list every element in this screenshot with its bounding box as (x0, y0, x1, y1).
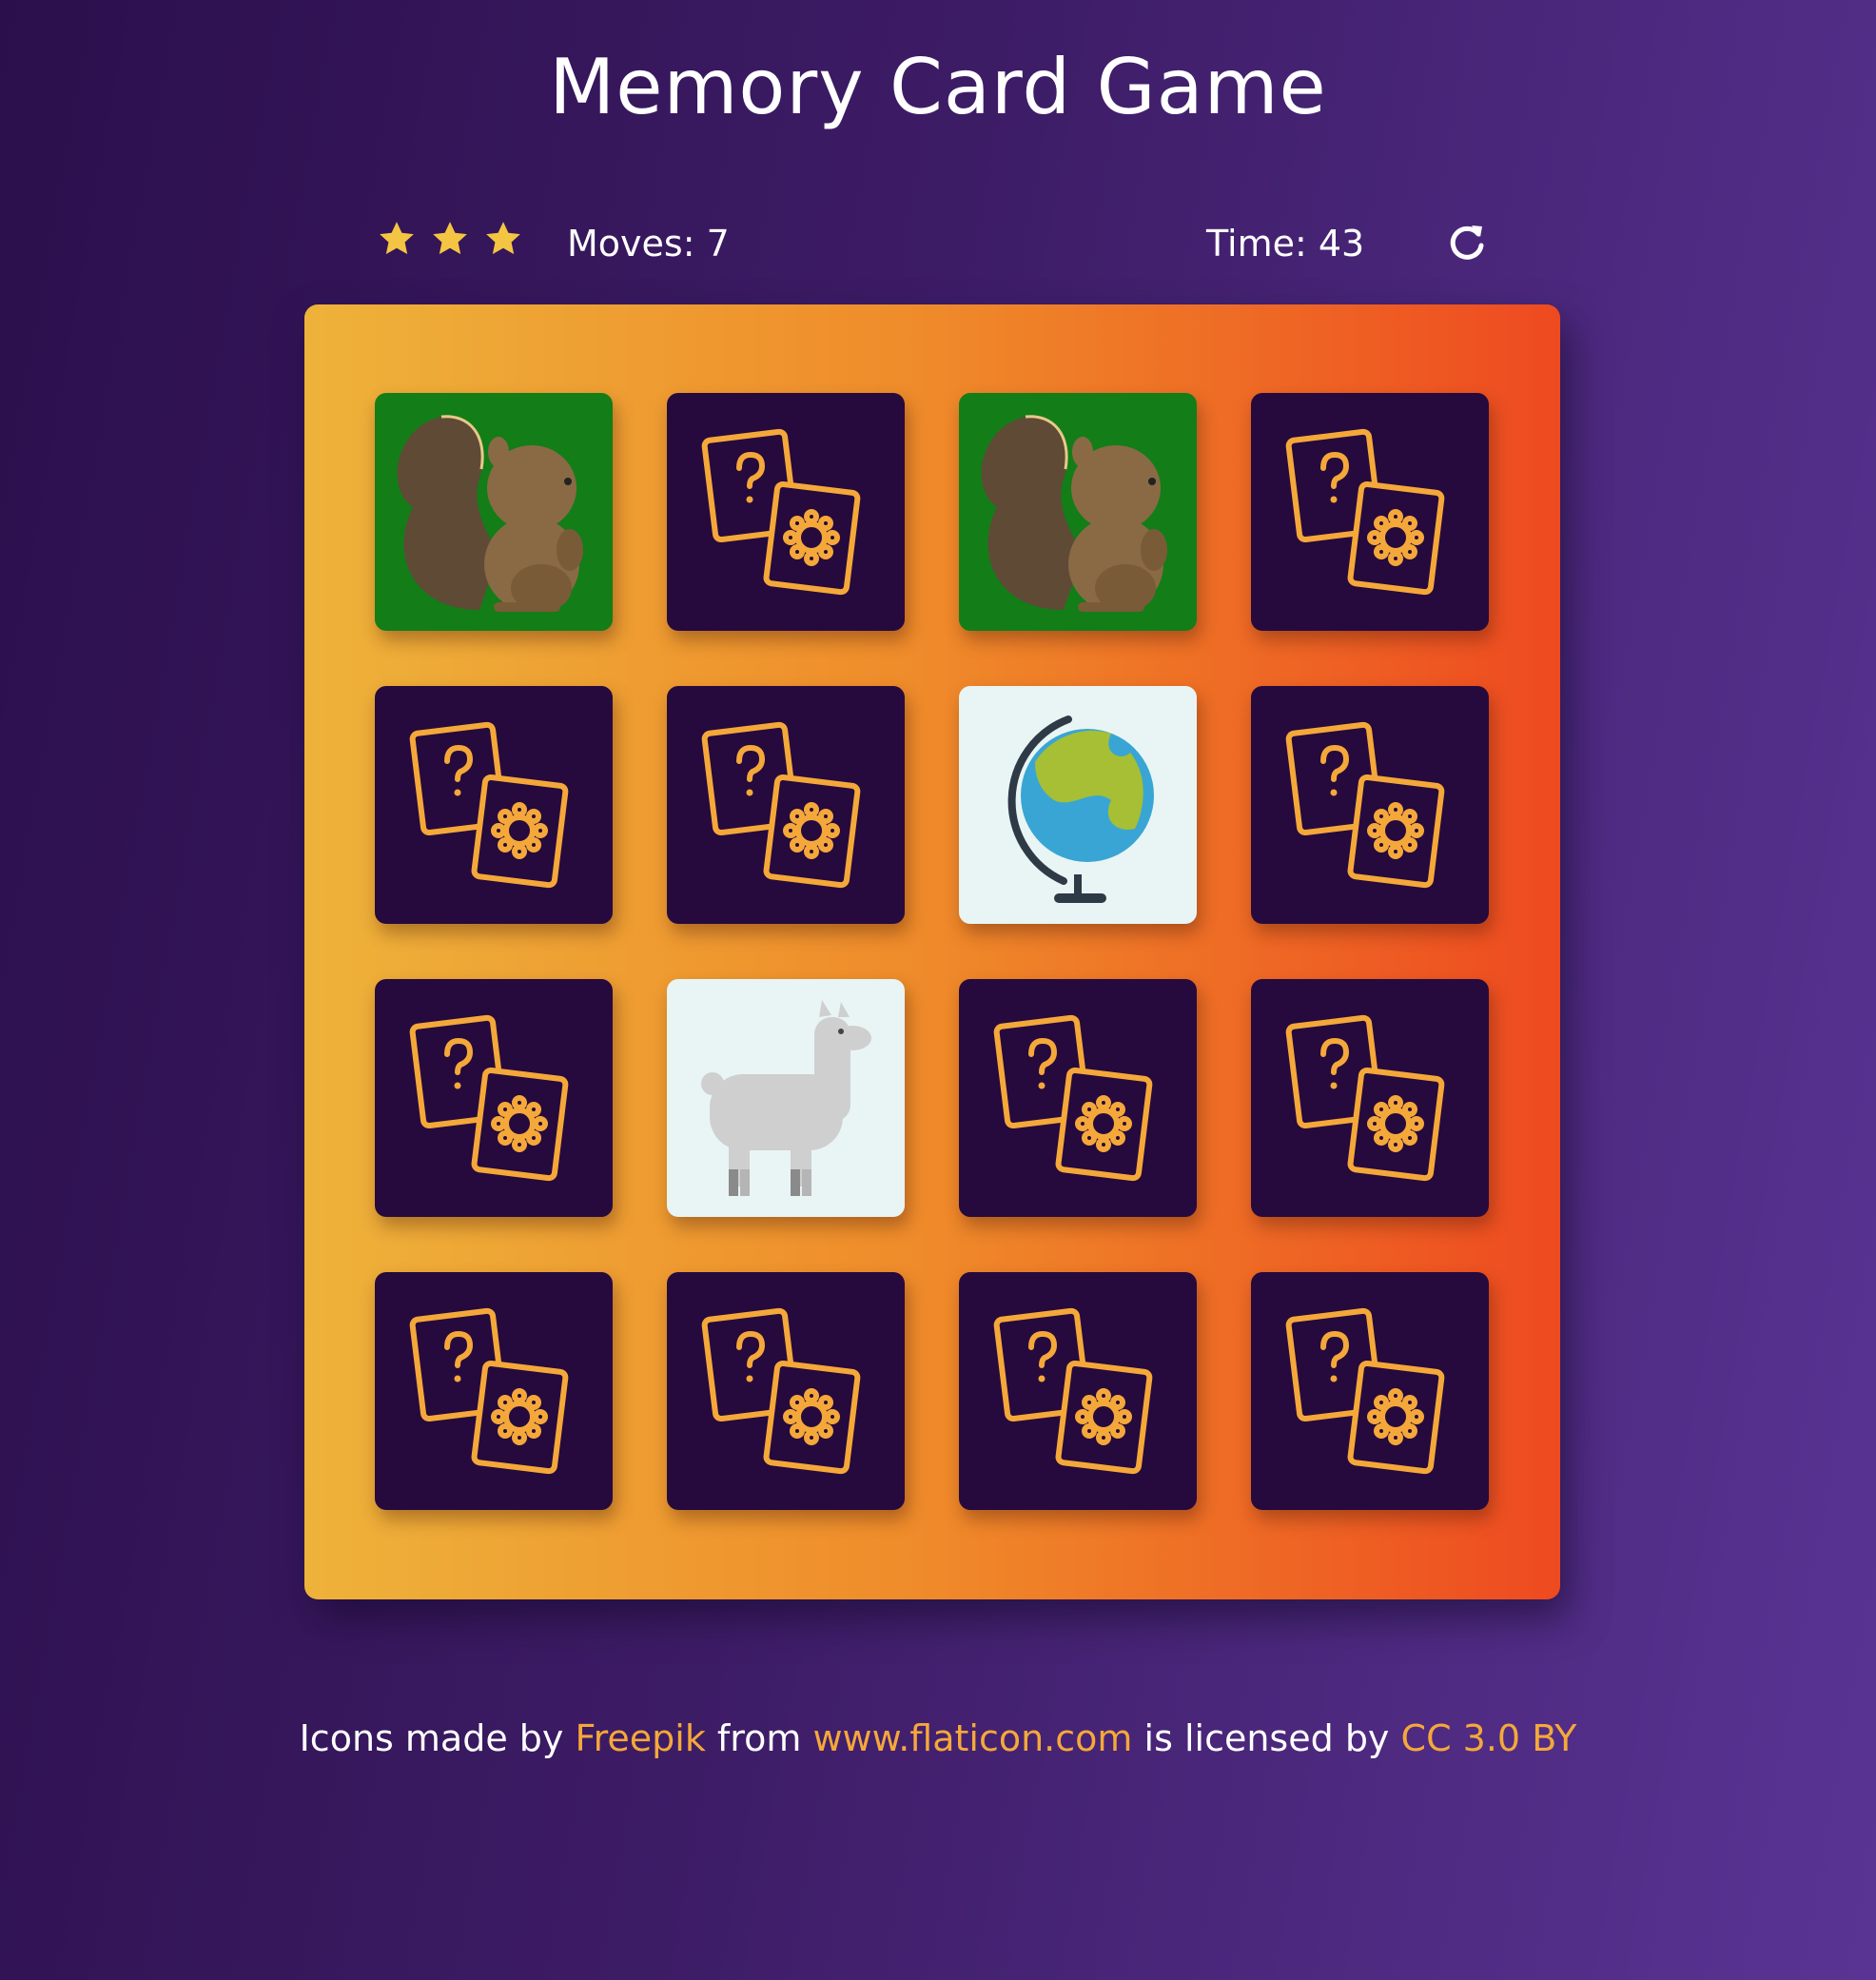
card-card-back[interactable] (375, 1272, 613, 1510)
card-card-back[interactable] (667, 393, 905, 631)
flaticon-link[interactable]: www.flaticon.com (812, 1717, 1132, 1759)
card-squirrel[interactable] (375, 393, 613, 631)
card-card-back[interactable] (1251, 686, 1489, 924)
card-back-icon (1285, 721, 1445, 889)
card-back-icon (409, 1307, 569, 1475)
card-back-icon (993, 1307, 1153, 1475)
globe-icon (1007, 716, 1154, 903)
card-card-back[interactable] (375, 686, 613, 924)
card-back-icon (1285, 428, 1445, 596)
card-globe[interactable] (959, 686, 1197, 924)
license-link[interactable]: CC 3.0 BY (1401, 1717, 1577, 1759)
card-back-icon (1285, 1307, 1445, 1475)
card-card-back[interactable] (667, 686, 905, 924)
card-card-back[interactable] (1251, 1272, 1489, 1510)
footer-text: from (716, 1717, 802, 1759)
card-back-icon (1285, 1014, 1445, 1182)
card-card-back[interactable] (667, 1272, 905, 1510)
star-icon (380, 222, 414, 255)
moves-counter: Moves: 7 (567, 223, 730, 265)
freepik-link[interactable]: Freepik (576, 1717, 706, 1759)
card-card-back[interactable] (1251, 979, 1489, 1217)
footer-text: Icons made by (299, 1717, 564, 1759)
squirrel-icon (397, 415, 583, 612)
star-icon (433, 222, 467, 255)
timer: Time: 43 (1206, 223, 1365, 265)
page-title: Memory Card Game (549, 43, 1327, 131)
card-back-icon (701, 428, 861, 596)
card-back-icon (409, 1014, 569, 1182)
card-card-back[interactable] (959, 1272, 1197, 1510)
star-rating (377, 219, 523, 259)
score-panel: Moves: 7 Time: 43 (377, 211, 1499, 276)
star-icon (486, 222, 520, 255)
card-back-icon (409, 721, 569, 889)
card-card-back[interactable] (959, 979, 1197, 1217)
llama-icon (701, 1000, 871, 1196)
card-deck (304, 304, 1560, 1599)
attribution-footer: Icons made by Freepik from www.flaticon.… (0, 1715, 1876, 1762)
squirrel-icon (981, 415, 1167, 612)
card-squirrel[interactable] (959, 393, 1197, 631)
card-back-icon (993, 1014, 1153, 1182)
footer-text: is licensed by (1143, 1717, 1390, 1759)
card-card-back[interactable] (375, 979, 613, 1217)
card-card-back[interactable] (1251, 393, 1489, 631)
restart-icon[interactable] (1444, 221, 1490, 266)
card-back-icon (701, 1307, 861, 1475)
card-back-icon (701, 721, 861, 889)
card-llama[interactable] (667, 979, 905, 1217)
